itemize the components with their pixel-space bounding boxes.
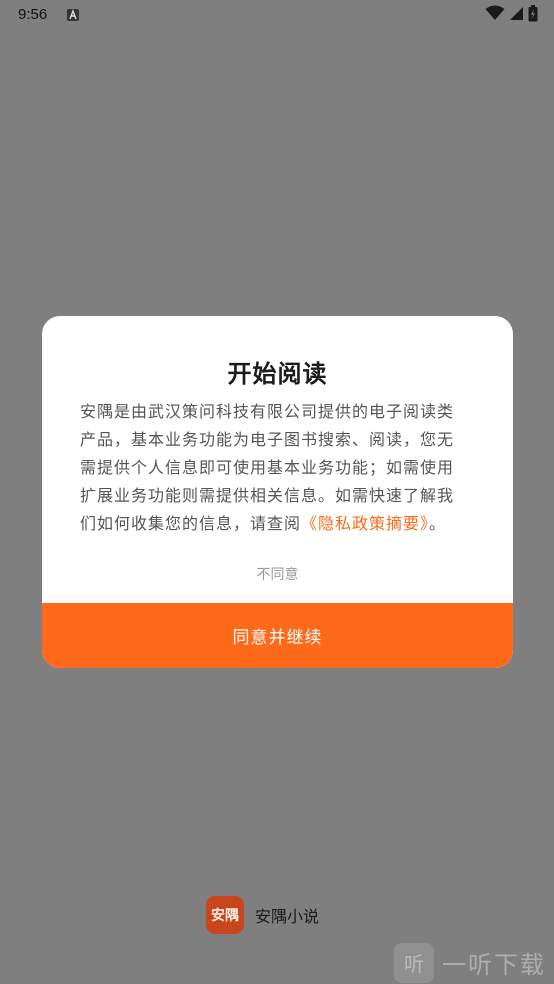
agree-continue-button[interactable]: 同意并继续 — [42, 603, 513, 668]
privacy-policy-link[interactable]: 《隐私政策摘要》 — [301, 514, 429, 533]
cell-signal-icon — [509, 6, 524, 25]
status-icons — [485, 4, 538, 26]
app-logo: 安隅 — [206, 896, 244, 934]
watermark-text: 一听下载 — [442, 951, 546, 979]
app-brand: 安隅 安隅小说 — [206, 896, 319, 934]
battery-icon — [528, 4, 538, 26]
status-time: 9:56 — [18, 6, 48, 23]
dialog-body: 安隅是由武汉策问科技有限公司提供的电子阅读类产品，基本业务功能为电子图书搜索、阅… — [80, 398, 470, 538]
disagree-button[interactable]: 不同意 — [42, 564, 513, 584]
app-name: 安隅小说 — [255, 907, 320, 926]
privacy-dialog: 开始阅读 安隅是由武汉策问科技有限公司提供的电子阅读类产品，基本业务功能为电子图… — [42, 316, 513, 668]
dialog-title: 开始阅读 — [227, 360, 328, 388]
font-a-icon — [66, 7, 80, 21]
dialog-body-end: 。 — [429, 514, 447, 533]
wifi-icon — [485, 5, 505, 25]
status-bar: 9:56 — [0, 0, 554, 30]
watermark-logo: 听 — [394, 942, 434, 983]
watermark: 听 一听下载 — [394, 941, 554, 984]
